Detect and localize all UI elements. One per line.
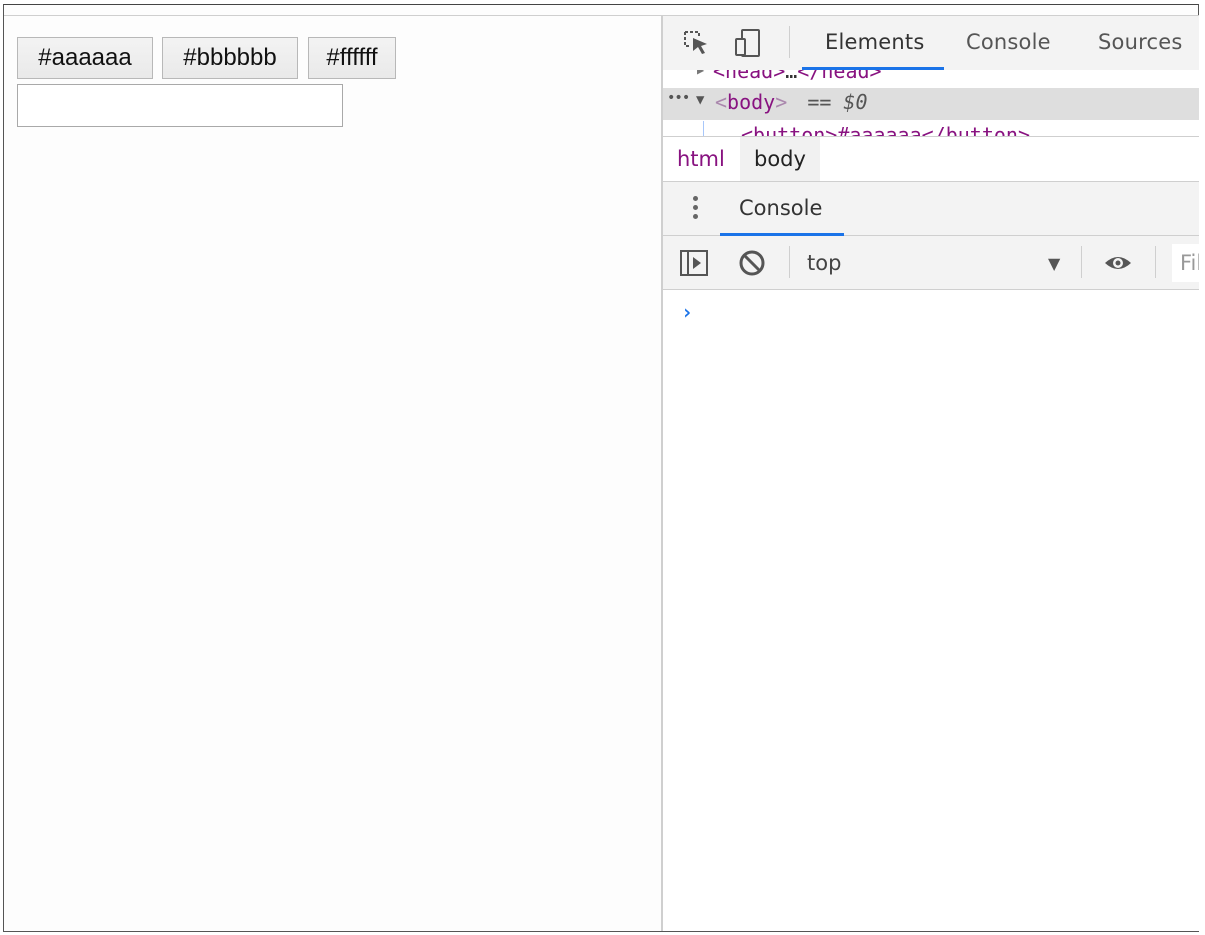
tab-sources[interactable]: Sources: [1098, 30, 1182, 54]
live-expression-eye-icon[interactable]: [1103, 248, 1133, 278]
dom-node-body[interactable]: ••• ▼ <body> == $0: [663, 88, 1199, 120]
expanded-arrow-icon[interactable]: ▼: [696, 92, 704, 108]
color-button-bbbbbb[interactable]: #bbbbbb: [162, 37, 298, 79]
drawer-tab-console[interactable]: Console: [739, 196, 822, 220]
body-tag-close: >: [775, 90, 788, 114]
tree-guide-line: [703, 121, 704, 136]
button-node-text: <button>#aaaaaa</button>: [741, 123, 1030, 136]
drawer-menu-icon[interactable]: [693, 196, 699, 222]
drawer-tabbar: Console: [663, 182, 1199, 236]
devtools-tabbar: Elements Console Sources: [663, 16, 1199, 71]
breadcrumb: html body: [663, 136, 1199, 182]
head-ellipsis[interactable]: …: [785, 70, 797, 83]
console-filter-input[interactable]: Filter: [1172, 244, 1199, 282]
head-open-tag: <head>: [713, 70, 786, 83]
inspect-element-icon[interactable]: [681, 28, 711, 58]
console-toolbar-divider: [789, 246, 790, 278]
toolbar-divider: [789, 26, 790, 58]
head-close-tag: </head>: [797, 70, 882, 83]
chevron-down-icon[interactable]: ▼: [1048, 254, 1060, 273]
console-prompt-icon[interactable]: ›: [681, 300, 693, 324]
color-button-aaaaaa[interactable]: #aaaaaa: [17, 37, 153, 79]
breadcrumb-html[interactable]: html: [663, 137, 739, 181]
collapsed-arrow-icon[interactable]: ▶: [697, 70, 704, 77]
console-toolbar-divider-2: [1081, 246, 1082, 278]
show-sidebar-icon[interactable]: [679, 248, 709, 278]
breadcrumb-body[interactable]: body: [740, 137, 820, 181]
console-toolbar-divider-3: [1155, 246, 1156, 278]
body-tag-name: body: [727, 90, 776, 114]
dom-tree: ▶ <head>…</head> ••• ▼ <body> == $0 <but…: [663, 70, 1199, 136]
color-button-ffffff[interactable]: #ffffff: [308, 37, 396, 79]
dom-node-button[interactable]: <button>#aaaaaa</button>: [663, 121, 1199, 136]
context-selector[interactable]: top: [807, 251, 841, 275]
page-viewport: #aaaaaa #bbbbbb #ffffff: [4, 16, 661, 931]
clear-console-icon[interactable]: [737, 248, 767, 278]
console-toolbar: top ▼ Filter: [663, 236, 1199, 290]
text-input[interactable]: [17, 84, 343, 127]
devtools-panel: Elements Console Sources ▶ <head>…</head…: [661, 16, 1199, 931]
more-actions-icon[interactable]: •••: [667, 90, 690, 106]
device-toolbar-icon[interactable]: [733, 28, 763, 58]
body-tag-open: <: [715, 90, 728, 114]
tab-elements[interactable]: Elements: [825, 30, 924, 54]
tab-console[interactable]: Console: [966, 30, 1051, 54]
dom-node-head[interactable]: ▶ <head>…</head>: [663, 70, 1199, 89]
selected-node-marker: == $0: [807, 90, 868, 114]
